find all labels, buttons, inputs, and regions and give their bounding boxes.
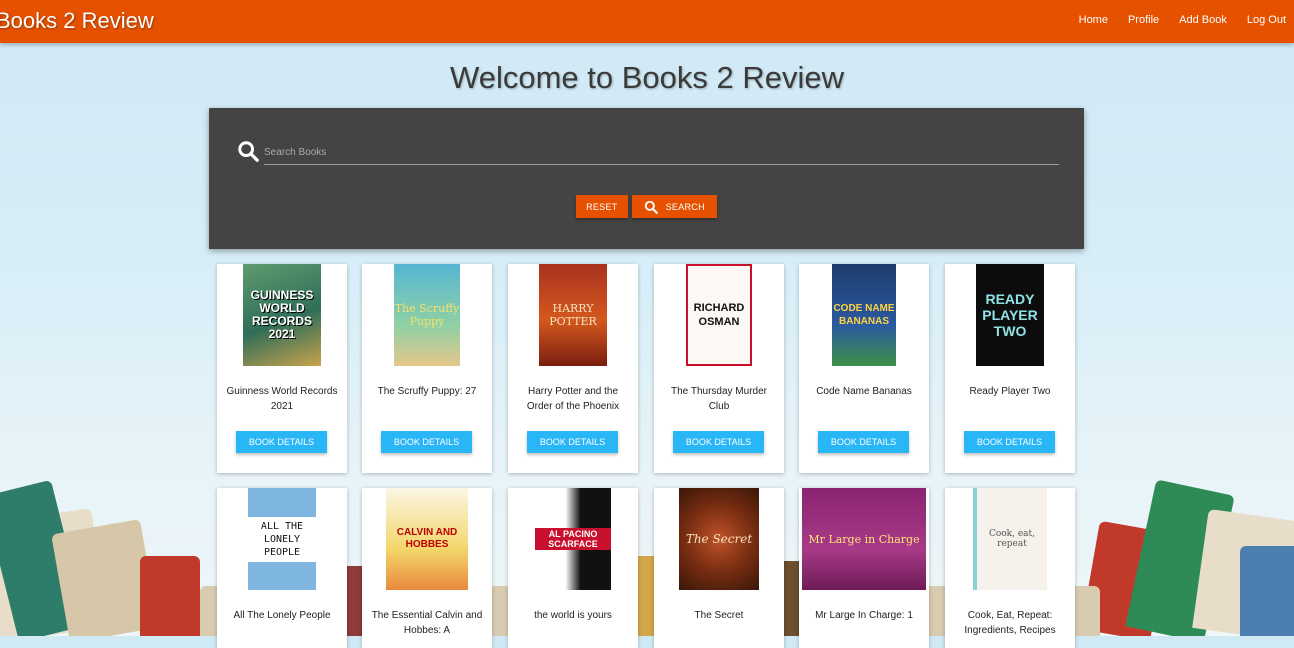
navbar: Books 2 Review Home Profile Add Book Log… [0,0,1294,43]
book-cover-text: CALVIN AND HOBBES [396,527,458,550]
book-title: Cook, Eat, Repeat: Ingredients, Recipes [964,610,1056,636]
book-cover[interactable]: RICHARD OSMAN [686,264,752,366]
book-cover[interactable]: READY PLAYER TWO [976,264,1044,366]
book-details-button[interactable]: BOOK DETAILS [236,431,327,453]
search-actions: RESET SEARCH [209,195,1084,218]
search-input[interactable] [264,140,1059,165]
background-bookshelf [0,446,1294,636]
book-details-button[interactable]: BOOK DETAILS [964,431,1055,453]
nav-profile-link[interactable]: Profile [1128,14,1159,26]
book-cover-text: Cook, eat, repeat [988,529,1036,549]
book-title: Code Name Bananas [816,386,912,397]
book-cover-text: AL PACINO SCARFACE [535,528,611,550]
nav-log-out-link[interactable]: Log Out [1247,14,1286,26]
book-title: Harry Potter and the Order of the Phoeni… [526,386,620,412]
book-cover[interactable]: ALL THE LONELY PEOPLE [248,488,316,590]
book-card: CALVIN AND HOBBES The Essential Calvin a… [362,488,492,648]
nav-home-link[interactable]: Home [1079,14,1108,26]
book-cover[interactable]: HARRY POTTER [539,264,607,366]
book-card: AL PACINO SCARFACE the world is yours [508,488,638,648]
book-title: the world is yours [534,610,612,621]
book-cover[interactable]: GUINNESS WORLD RECORDS 2021 [243,264,321,366]
search-icon [644,200,658,214]
nav-add-book-link[interactable]: Add Book [1179,14,1227,26]
reset-button[interactable]: RESET [576,195,628,218]
book-title: All The Lonely People [233,610,331,621]
book-card: The Scruffy Puppy The Scruffy Puppy: 27 … [362,264,492,473]
book-title: The Essential Calvin and Hobbes: A [371,610,483,636]
book-cover-text: GUINNESS WORLD RECORDS 2021 [250,288,314,341]
book-cover[interactable]: The Scruffy Puppy [394,264,460,366]
search-button[interactable]: SEARCH [631,195,717,218]
book-cover-text: CODE NAME BANANAS [833,303,895,327]
book-cover[interactable]: Cook, eat, repeat [973,488,1047,590]
book-card: The Secret The Secret [654,488,784,648]
book-cover-text: READY PLAYER TWO [982,291,1038,339]
book-cover-text: Mr Large in Charge [808,532,920,546]
book-title: Mr Large In Charge: 1 [815,610,913,621]
book-cover[interactable]: Mr Large in Charge [802,488,926,590]
book-card: CODE NAME BANANAS Code Name Bananas BOOK… [799,264,929,473]
book-cover-text: ALL THE LONELY PEOPLE [248,516,316,562]
book-card: Mr Large in Charge Mr Large In Charge: 1 [799,488,929,648]
search-panel: RESET SEARCH [209,108,1084,249]
brand-logo[interactable]: Books 2 Review [0,8,154,34]
reset-button-label: RESET [586,201,618,212]
book-title: Guinness World Records 2021 [226,386,338,412]
book-details-button[interactable]: BOOK DETAILS [381,431,472,453]
book-cover-text: RICHARD OSMAN [693,302,745,328]
book-details-button[interactable]: BOOK DETAILS [673,431,764,453]
book-title: The Scruffy Puppy: 27 [377,386,477,397]
book-card: ALL THE LONELY PEOPLE All The Lonely Peo… [217,488,347,648]
book-cover-text: The Secret [685,532,753,546]
book-title: Ready Player Two [969,386,1051,397]
nav-links: Home Profile Add Book Log Out [1079,14,1286,26]
book-card: Cook, eat, repeat Cook, Eat, Repeat: Ing… [945,488,1075,648]
page-title: Welcome to Books 2 Review [450,60,844,95]
book-cover-text: HARRY POTTER [549,302,597,328]
book-card: GUINNESS WORLD RECORDS 2021 Guinness Wor… [217,264,347,473]
book-title: The Secret [694,610,744,621]
book-title: The Thursday Murder Club [671,386,767,412]
book-details-button[interactable]: BOOK DETAILS [818,431,909,453]
search-icon [238,141,259,162]
book-card: READY PLAYER TWO Ready Player Two BOOK D… [945,264,1075,473]
book-cover[interactable]: AL PACINO SCARFACE [535,488,611,590]
book-card: HARRY POTTER Harry Potter and the Order … [508,264,638,473]
book-details-button[interactable]: BOOK DETAILS [527,431,618,453]
search-button-label: SEARCH [665,201,705,212]
book-cover[interactable]: CALVIN AND HOBBES [386,488,468,590]
book-card: RICHARD OSMAN The Thursday Murder Club B… [654,264,784,473]
book-cover-text: The Scruffy Puppy [394,302,460,328]
book-cover[interactable]: CODE NAME BANANAS [832,264,896,366]
book-cover[interactable]: The Secret [679,488,759,590]
